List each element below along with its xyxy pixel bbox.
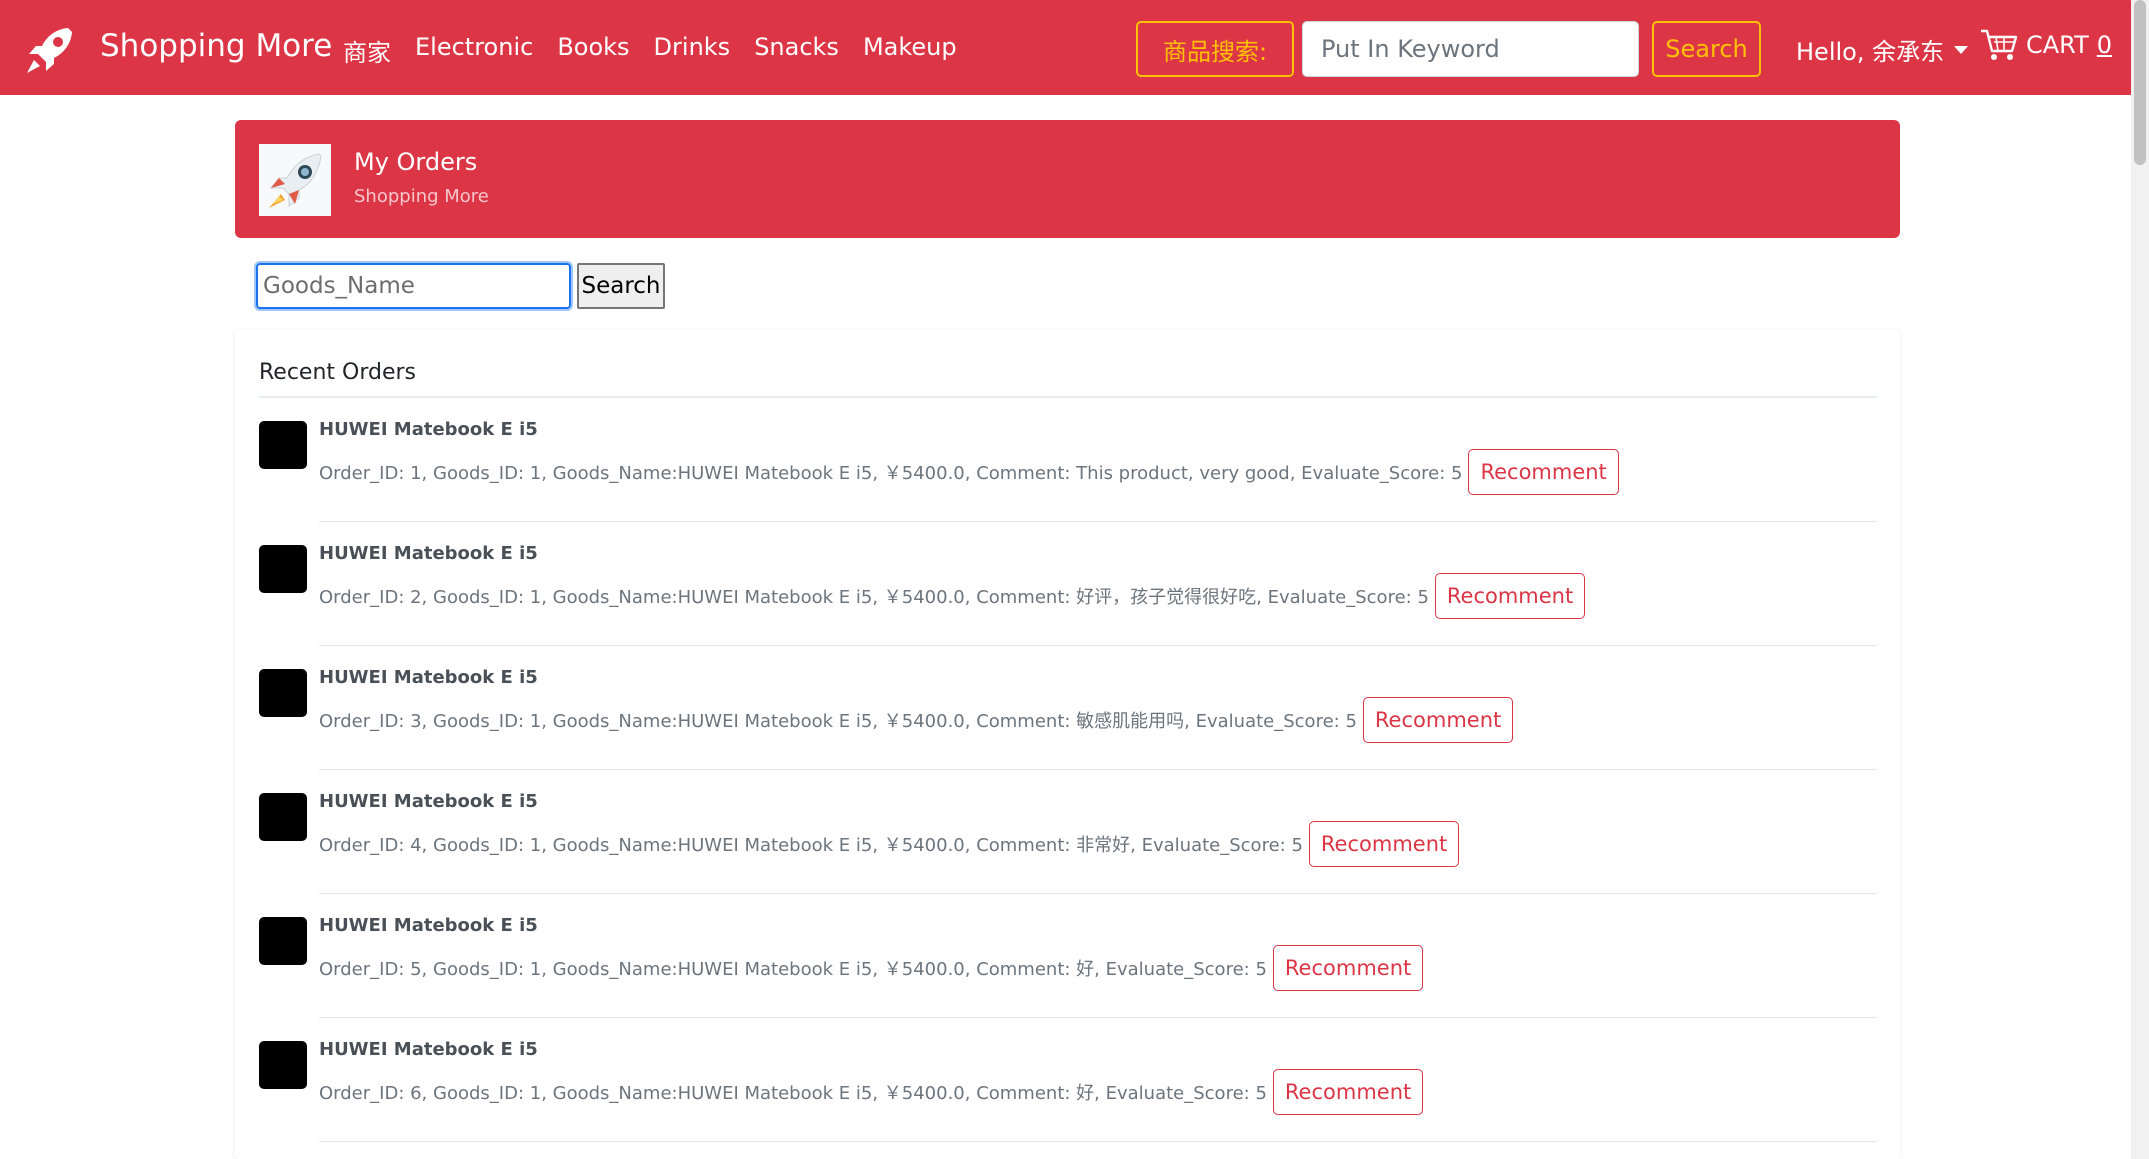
divider: [259, 396, 1877, 398]
divider: [319, 769, 1877, 770]
order-row: HUWEI Matebook E i5 Order_ID: 5, Goods_I…: [259, 895, 1877, 1019]
order-details: Order_ID: 6, Goods_ID: 1, Goods_Name:HUW…: [319, 1083, 1267, 1104]
nav-link-snacks[interactable]: Snacks: [754, 33, 839, 68]
page-title: My Orders: [354, 148, 478, 176]
keyword-search-input[interactable]: [1302, 21, 1639, 77]
top-navbar: Shopping More 商家 Electronic Books Drinks…: [0, 0, 2131, 95]
divider: [319, 521, 1877, 522]
recomment-button[interactable]: Recomment: [1468, 449, 1619, 495]
nav-link-makeup[interactable]: Makeup: [863, 33, 957, 68]
caret-down-icon: [1954, 45, 1969, 54]
recomment-button[interactable]: Recomment: [1272, 945, 1424, 991]
shopping-cart-icon: [1981, 29, 2018, 60]
order-row: HUWEI Matebook E i5 Order_ID: 6, Goods_I…: [259, 1019, 1877, 1143]
divider: [319, 1017, 1877, 1018]
recent-orders-card: Recent Orders HUWEI Matebook E i5 Order_…: [235, 330, 1900, 1159]
user-menu-dropdown[interactable]: Hello, 余承东: [1796, 32, 1969, 67]
nav-link-merchants[interactable]: 商家: [343, 33, 391, 68]
recomment-button[interactable]: Recomment: [1272, 1069, 1424, 1115]
divider: [319, 1141, 1877, 1142]
order-details: Order_ID: 5, Goods_ID: 1, Goods_Name:HUW…: [319, 959, 1267, 980]
product-thumbnail: [259, 421, 307, 469]
nav-links: 商家 Electronic Books Drinks Snacks Makeup: [343, 33, 957, 68]
nav-link-books[interactable]: Books: [557, 33, 629, 68]
order-row: HUWEI Matebook E i5 Order_ID: 3, Goods_I…: [259, 647, 1877, 771]
product-thumbnail: [259, 917, 307, 965]
product-search-label: 商品搜索:: [1136, 21, 1294, 77]
scrollbar-thumb[interactable]: [2134, 0, 2146, 165]
nav-link-drinks[interactable]: Drinks: [654, 33, 731, 68]
goods-name-search-input[interactable]: [254, 261, 573, 311]
divider: [319, 645, 1877, 646]
rocket-illustration-icon: [259, 144, 331, 216]
order-product-name: HUWEI Matebook E i5: [319, 915, 538, 936]
order-product-name: HUWEI Matebook E i5: [319, 543, 538, 564]
order-row: HUWEI Matebook E i5 Order_ID: 1, Goods_I…: [259, 399, 1877, 523]
order-row: HUWEI Matebook E i5 Order_ID: 2, Goods_I…: [259, 523, 1877, 647]
divider: [319, 893, 1877, 894]
page-subtitle: Shopping More: [354, 186, 489, 207]
product-thumbnail: [259, 545, 307, 593]
cart-label: CART: [2026, 31, 2089, 59]
product-thumbnail: [259, 1041, 307, 1089]
recomment-button[interactable]: Recomment: [1362, 697, 1514, 743]
product-thumbnail: [259, 669, 307, 717]
order-product-name: HUWEI Matebook E i5: [319, 419, 538, 440]
nav-search-button[interactable]: Search: [1652, 21, 1761, 77]
product-thumbnail: [259, 793, 307, 841]
page-scrollbar[interactable]: [2131, 0, 2149, 1159]
recomment-button[interactable]: Recomment: [1434, 573, 1586, 619]
rocket-logo-icon[interactable]: [20, 20, 80, 80]
brand-name[interactable]: Shopping More: [100, 28, 332, 64]
goods-search-button[interactable]: Search: [577, 263, 665, 309]
order-product-name: HUWEI Matebook E i5: [319, 667, 538, 688]
nav-link-electronic[interactable]: Electronic: [415, 33, 533, 68]
order-product-name: HUWEI Matebook E i5: [319, 791, 538, 812]
recomment-button[interactable]: Recomment: [1308, 821, 1460, 867]
order-details: Order_ID: 2, Goods_ID: 1, Goods_Name:HUW…: [319, 587, 1429, 608]
order-row: HUWEI Matebook E i5 Order_ID: 4, Goods_I…: [259, 771, 1877, 895]
page-header: My Orders Shopping More: [235, 120, 1900, 238]
user-greeting: Hello, 余承东: [1796, 38, 1945, 66]
cart-link[interactable]: CART 0: [1980, 28, 2112, 62]
cart-count[interactable]: 0: [2097, 31, 2112, 59]
order-details: Order_ID: 3, Goods_ID: 1, Goods_Name:HUW…: [319, 711, 1357, 732]
order-product-name: HUWEI Matebook E i5: [319, 1039, 538, 1060]
recent-orders-title: Recent Orders: [259, 360, 417, 385]
order-details: Order_ID: 4, Goods_ID: 1, Goods_Name:HUW…: [319, 835, 1303, 856]
order-details: Order_ID: 1, Goods_ID: 1, Goods_Name:HUW…: [319, 463, 1463, 484]
